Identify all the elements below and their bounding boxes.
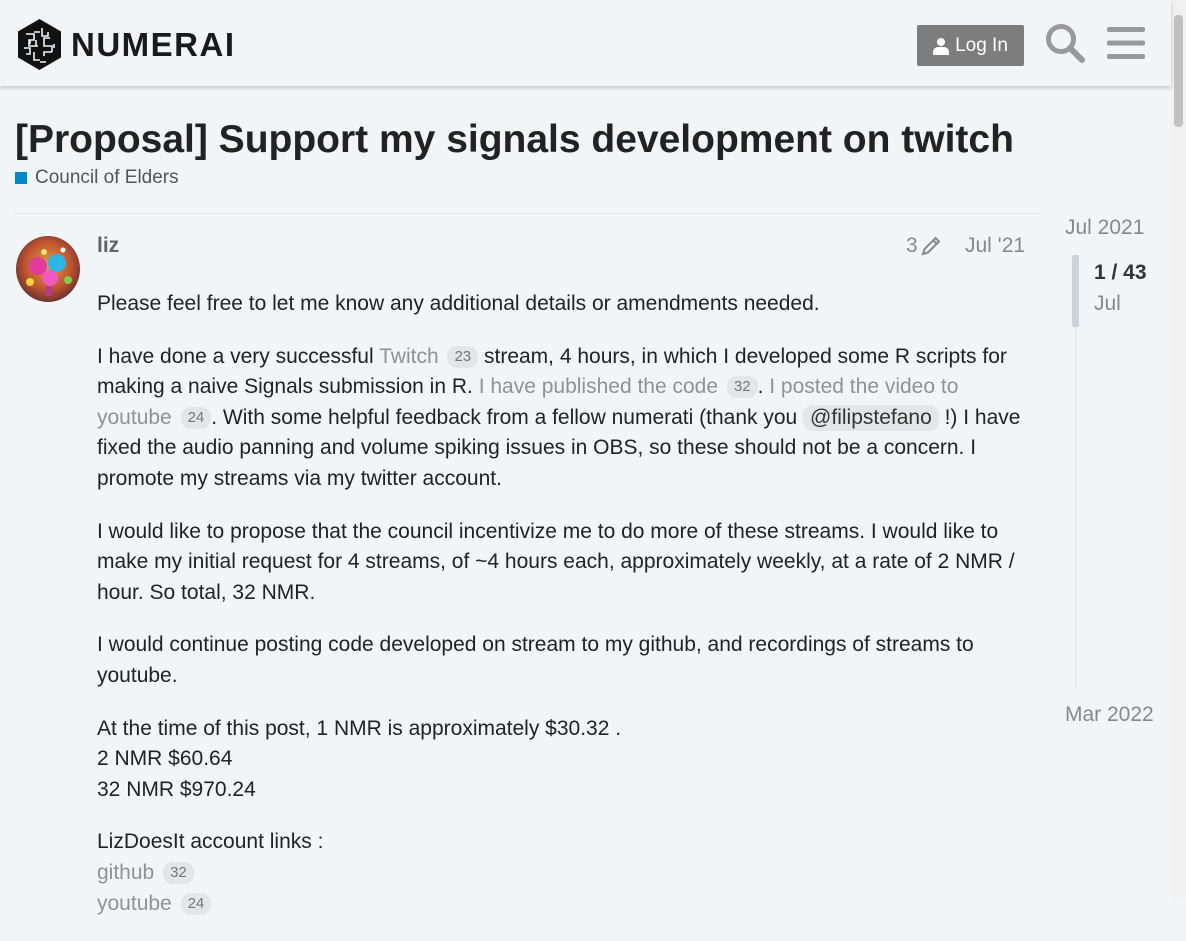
- timeline-position-date: Jul: [1094, 292, 1121, 315]
- post-edit-history[interactable]: 3: [906, 234, 942, 258]
- login-button[interactable]: Log In: [917, 25, 1024, 66]
- timeline-start-date[interactable]: Jul 2021: [1065, 216, 1144, 240]
- price-line: 32 NMR $970.24: [97, 777, 256, 801]
- avatar-image: [16, 236, 80, 302]
- hamburger-menu-icon[interactable]: [1107, 25, 1145, 61]
- text-run: I have done a very successful: [97, 344, 380, 368]
- page-scrollbar[interactable]: [1171, 0, 1186, 900]
- post-paragraph: I have done a very successful Twitch 23 …: [97, 342, 1027, 495]
- edit-count-value: 3: [906, 234, 918, 257]
- post-paragraph: I would like to propose that the council…: [97, 519, 1015, 604]
- price-line: 2 NMR $60.64: [97, 747, 233, 771]
- timeline-scroll-handle[interactable]: [1072, 255, 1079, 327]
- site-header: NUMERAI Log In: [0, 0, 1171, 86]
- twitch-link[interactable]: Twitch: [379, 345, 439, 368]
- post-author-username[interactable]: liz: [97, 234, 119, 258]
- timeline-position: 1 / 43: [1094, 261, 1147, 284]
- timeline-end-date[interactable]: Mar 2022: [1065, 703, 1154, 727]
- login-label: Log In: [955, 34, 1008, 56]
- numerai-logo[interactable]: NUMERAI: [16, 18, 236, 71]
- link-click-count: 24: [180, 892, 212, 915]
- price-line: At the time of this post, 1 NMR is appro…: [97, 716, 622, 740]
- topic-divider: [15, 213, 1042, 214]
- logo-wordmark: NUMERAI: [71, 25, 236, 63]
- link-click-count: 32: [726, 376, 758, 399]
- avatar[interactable]: [16, 236, 80, 302]
- link-click-count: 32: [163, 861, 194, 884]
- github-link[interactable]: github: [97, 861, 154, 884]
- search-icon[interactable]: [1044, 22, 1086, 64]
- topic-title[interactable]: [Proposal] Support my signals developmen…: [15, 118, 1014, 162]
- pencil-icon: [921, 236, 941, 256]
- category-color-swatch: [15, 172, 27, 184]
- link-click-count: 24: [180, 406, 212, 429]
- post-date[interactable]: Jul '21: [965, 234, 1025, 258]
- post-paragraph: I would continue posting code developed …: [97, 633, 974, 687]
- scrollbar-thumb[interactable]: [1174, 15, 1183, 127]
- link-click-count: 23: [447, 345, 479, 368]
- youtube-link[interactable]: youtube: [97, 892, 172, 915]
- post-paragraph: Please feel free to let me know any addi…: [97, 292, 820, 315]
- category-badge[interactable]: Council of Elders: [15, 167, 179, 189]
- user-icon: [933, 37, 950, 55]
- user-mention[interactable]: @filipstefano: [803, 404, 939, 431]
- account-links-paragraph: LizDoesIt account links : github 32 yout…: [97, 827, 1027, 919]
- numerai-logo-mark-icon: [18, 19, 61, 70]
- text-run: .: [757, 375, 770, 399]
- text-run: . With some helpful feedback from a fell…: [211, 405, 804, 429]
- category-label: Council of Elders: [35, 167, 179, 188]
- post-body: Please feel free to let me know any addi…: [97, 289, 1027, 941]
- published-code-link[interactable]: I have published the code: [479, 375, 718, 398]
- account-links-heading: LizDoesIt account links :: [97, 830, 324, 854]
- price-paragraph: At the time of this post, 1 NMR is appro…: [97, 714, 1027, 806]
